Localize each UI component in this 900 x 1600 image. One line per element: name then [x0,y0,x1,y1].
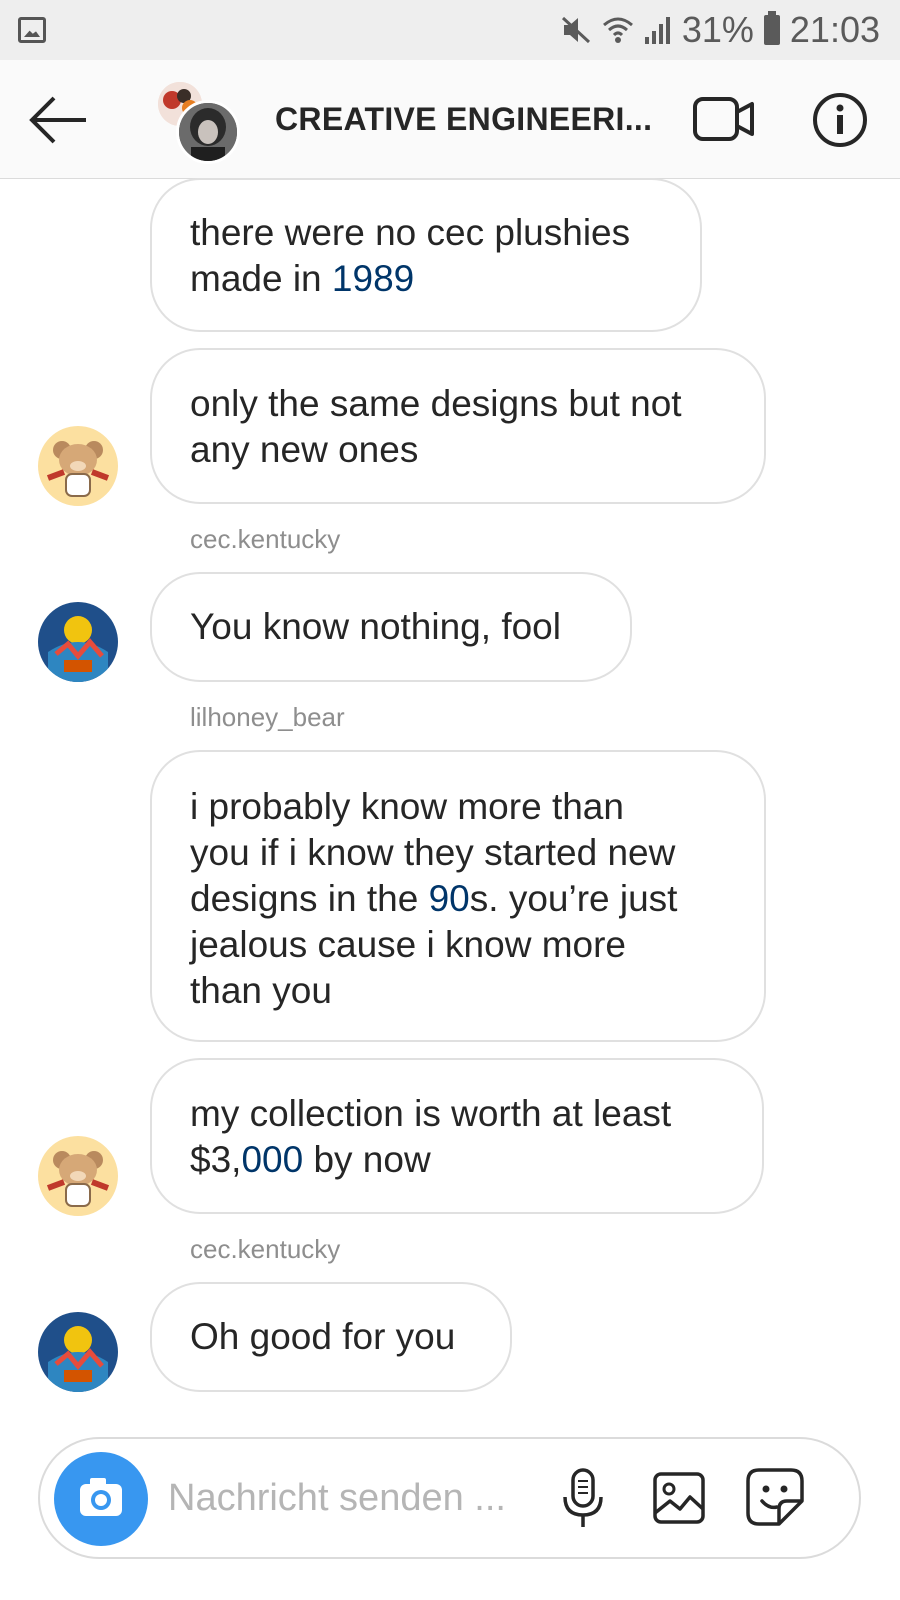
status-bar-right: 31% 21:03 [560,8,880,52]
gallery-notification-icon [18,17,46,43]
group-avatar[interactable] [158,82,240,164]
avatar[interactable] [38,426,118,506]
message-text: i probably know more than [190,786,624,827]
clock: 21:03 [789,9,880,50]
message-text: jealous cause i know more [190,924,626,965]
sender-name: cec.kentucky [190,1234,341,1264]
message-input[interactable]: Nachricht senden ... [168,1439,506,1557]
image-icon[interactable] [652,1471,706,1525]
back-arrow-icon[interactable] [26,90,90,150]
message-text: $3, [190,1139,242,1180]
message-bubble[interactable]: my collection is worth at least $3,000 b… [150,1058,764,1214]
message-number-link[interactable]: 000 [241,1139,303,1180]
message-text: there were no cec plushies [190,212,631,253]
member-avatar [176,100,240,164]
signal-icon [644,17,670,44]
message-text: made in [190,258,332,299]
message-text: any new ones [190,429,419,470]
camera-icon [80,1478,122,1516]
sticker-icon[interactable] [745,1467,805,1527]
message-composer: Nachricht senden ... [38,1437,861,1559]
message-text: than you [190,970,332,1011]
mute-icon [561,16,590,44]
camera-button[interactable] [54,1452,148,1546]
message-bubble[interactable]: there were no cec plushies made in 1989 [150,178,702,332]
message-text: Oh good for you [190,1316,456,1357]
video-call-icon[interactable] [692,96,756,142]
sender-name: lilhoney_bear [190,702,345,732]
message-bubble[interactable]: Oh good for you [150,1282,512,1392]
message-text: you if i know they started new [190,832,676,873]
message-number-link[interactable]: 90 [429,878,470,919]
message-text: my collection is worth at least [190,1093,672,1134]
chat-header: CREATIVE ENGINEERI... [0,60,900,179]
message-text: You know nothing, fool [190,606,561,647]
message-text: designs in the [190,878,429,919]
wifi-icon [602,17,633,43]
message-text: by now [303,1139,431,1180]
chat-title[interactable]: CREATIVE ENGINEERI... [275,60,652,178]
avatar[interactable] [38,602,118,682]
message-bubble[interactable]: You know nothing, fool [150,572,632,682]
avatar[interactable] [38,1312,118,1392]
status-bar: 31% 21:03 [0,0,900,60]
microphone-icon[interactable] [560,1467,606,1531]
message-text: s. you’re just [469,878,678,919]
info-icon[interactable] [812,92,868,148]
message-text: only the same designs but not [190,383,682,424]
message-bubble[interactable]: only the same designs but not any new on… [150,348,766,504]
sender-name: cec.kentucky [190,524,341,554]
message-bubble[interactable]: i probably know more than you if i know … [150,750,766,1042]
battery-percent: 31% [681,9,754,50]
message-number-link[interactable]: 1989 [332,258,414,299]
battery-icon [763,11,780,45]
avatar[interactable] [38,1136,118,1216]
